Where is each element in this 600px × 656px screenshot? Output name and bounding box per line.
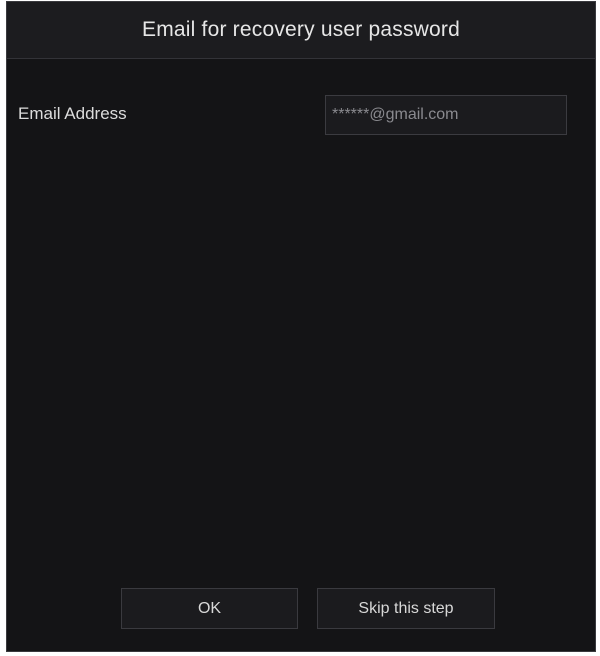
ok-button[interactable]: OK	[121, 588, 298, 629]
skip-step-button[interactable]: Skip this step	[317, 588, 495, 629]
dialog-title: Email for recovery user password	[141, 18, 460, 41]
email-address-label: Email Address	[18, 104, 127, 123]
dialog-titlebar: Email for recovery user password	[7, 2, 595, 59]
email-address-input[interactable]	[325, 95, 567, 135]
recovery-email-dialog: Email for recovery user password Email A…	[6, 1, 596, 652]
